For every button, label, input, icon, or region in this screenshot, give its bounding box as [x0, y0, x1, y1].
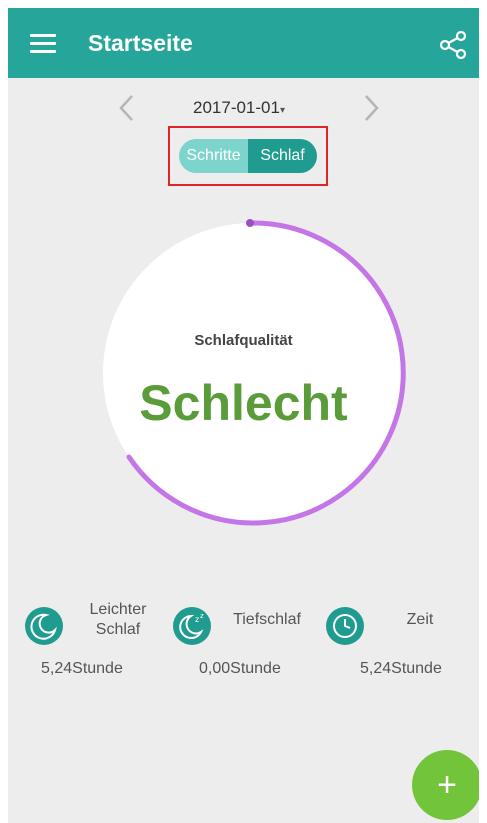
sleep-quality-value: Schlecht: [139, 375, 348, 431]
chevron-left-icon[interactable]: [112, 90, 142, 126]
stat-label-deep-sleep: Tiefschlaf: [233, 611, 301, 628]
app-bar: Startseite: [8, 8, 479, 78]
stat-label-light-sleep-line1: Leichter: [89, 601, 147, 618]
date-selector[interactable]: 2017-01-01▾: [193, 98, 285, 118]
plus-icon: +: [437, 766, 457, 804]
app-screen: Startseite 2017-01-01▾ Schritte Schlaf S…: [8, 8, 479, 823]
clock-icon: [326, 607, 364, 645]
moon-zzz-icon: z z: [173, 607, 211, 645]
share-icon[interactable]: [436, 28, 470, 62]
sleep-quality-label: Schlafqualität: [194, 332, 293, 349]
chevron-right-icon[interactable]: [356, 90, 386, 126]
stat-label-light-sleep: Leichter Schlaf: [78, 600, 158, 640]
stat-value-light-sleep: 5,24Stunde: [41, 660, 123, 677]
sleep-quality-ring: [103, 219, 406, 526]
stat-value-time: 5,24Stunde: [360, 660, 442, 677]
toggle-option-schlaf[interactable]: Schlaf: [248, 139, 317, 173]
stat-label-light-sleep-line2: Schlaf: [95, 621, 141, 638]
mode-toggle: Schritte Schlaf: [179, 139, 317, 173]
ring-start-dot: [246, 219, 254, 227]
svg-text:z: z: [200, 612, 204, 620]
date-navigator: 2017-01-01▾: [8, 90, 479, 130]
svg-text:z: z: [195, 615, 199, 624]
dropdown-caret-icon: ▾: [279, 105, 285, 116]
toggle-option-schritte[interactable]: Schritte: [179, 139, 248, 173]
mode-toggle-highlight: Schritte Schlaf: [168, 126, 328, 186]
moon-icon: [25, 607, 63, 645]
page-title: Startseite: [88, 30, 193, 56]
stat-value-deep-sleep: 0,00Stunde: [199, 660, 281, 677]
stat-label-time: Zeit: [406, 611, 434, 628]
date-value: 2017-01-01: [193, 98, 280, 117]
sleep-stats: Leichter Schlaf 5,24Stunde z z Tiefschla…: [8, 598, 479, 688]
add-button[interactable]: +: [412, 750, 479, 820]
hamburger-menu-icon[interactable]: [30, 34, 58, 54]
